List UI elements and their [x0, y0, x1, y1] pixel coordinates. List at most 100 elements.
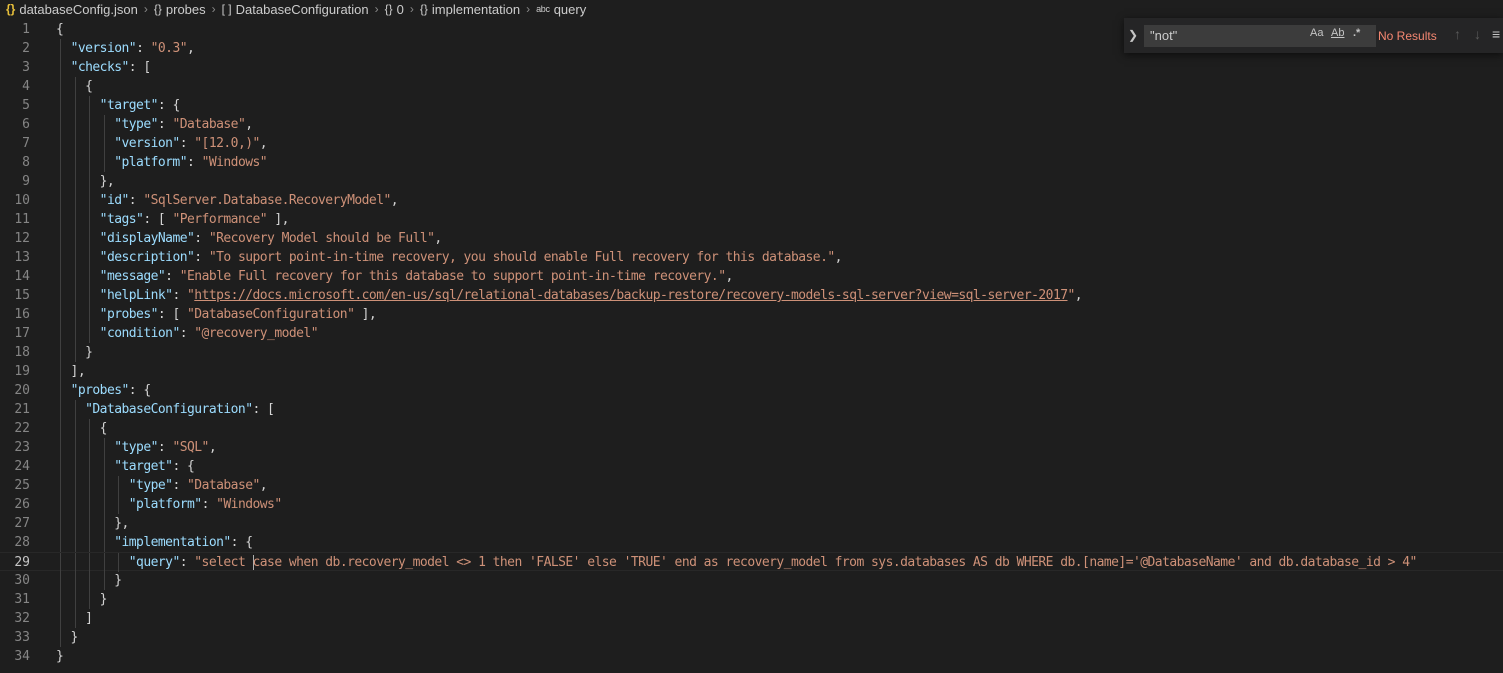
json-key: "platform"	[114, 155, 187, 170]
code-line[interactable]: 19 ],	[0, 362, 1503, 381]
code-text: "checks": [	[56, 58, 152, 77]
json-punctuation: : {	[128, 383, 151, 398]
json-punctuation: : [	[128, 60, 151, 75]
json-punctuation: ,	[725, 269, 734, 284]
line-number: 6	[22, 117, 30, 132]
line-number: 29	[14, 555, 30, 570]
json-punctuation	[56, 60, 71, 75]
breadcrumb-item[interactable]: {} databaseConfig.json	[0, 2, 138, 17]
json-punctuation: {	[56, 79, 93, 94]
code-line[interactable]: 21 "DatabaseConfiguration": [	[0, 400, 1503, 419]
line-number: 21	[14, 402, 30, 417]
code-line[interactable]: 3 "checks": [	[0, 58, 1503, 77]
code-text: "message": "Enable Full recovery for thi…	[56, 267, 734, 286]
code-line[interactable]: 12 "displayName": "Recovery Model should…	[0, 229, 1503, 248]
code-line[interactable]: 20 "probes": {	[0, 381, 1503, 400]
json-punctuation	[56, 41, 71, 56]
breadcrumb-item[interactable]: [ ] DatabaseConfiguration	[222, 2, 369, 17]
code-line[interactable]: 24 "target": {	[0, 457, 1503, 476]
code-line[interactable]: 8 "platform": "Windows"	[0, 153, 1503, 172]
line-number: 25	[14, 478, 30, 493]
code-text: "version": "0.3",	[56, 39, 195, 58]
next-match-icon[interactable]: ↓	[1474, 26, 1481, 42]
json-punctuation: : {	[157, 98, 180, 113]
json-punctuation: ,	[187, 41, 195, 56]
string-icon: abc	[536, 4, 550, 14]
json-punctuation	[56, 117, 114, 132]
chevron-right-icon: ›	[143, 2, 148, 16]
code-line[interactable]: 18 }	[0, 343, 1503, 362]
code-line[interactable]: 22 {	[0, 419, 1503, 438]
code-line[interactable]: 15 "helpLink": "https://docs.microsoft.c…	[0, 286, 1503, 305]
line-number: 13	[14, 250, 30, 265]
json-punctuation: ,	[259, 478, 268, 493]
json-string: "DatabaseConfiguration"	[187, 307, 355, 322]
json-punctuation	[56, 440, 114, 455]
breadcrumb-item[interactable]: {} 0	[385, 2, 404, 17]
code-text: }	[56, 343, 93, 362]
code-line[interactable]: 23 "type": "SQL",	[0, 438, 1503, 457]
line-number: 8	[22, 155, 30, 170]
json-key: "helpLink"	[99, 288, 173, 303]
whole-word-icon[interactable]: Ab	[1331, 27, 1344, 39]
line-number: 14	[14, 269, 30, 284]
code-line[interactable]: 17 "condition": "@recovery_model"	[0, 324, 1503, 343]
json-string: "Enable Full recovery for this database …	[179, 269, 726, 284]
json-string: "	[1067, 288, 1076, 303]
json-key: "message"	[99, 269, 166, 284]
find-status: No Results	[1378, 29, 1437, 43]
code-line[interactable]: 16 "probes": [ "DatabaseConfiguration" ]…	[0, 305, 1503, 324]
json-punctuation: }	[56, 630, 79, 645]
code-line[interactable]: 10 "id": "SqlServer.Database.RecoveryMod…	[0, 191, 1503, 210]
code-text: }	[56, 571, 122, 590]
find-widget: ❯ "not" Aa Ab .* No Results ↑ ↓ ≡	[1124, 18, 1503, 53]
json-link[interactable]: https://docs.microsoft.com/en-us/sql/rel…	[194, 288, 1068, 303]
json-punctuation: :	[194, 250, 209, 265]
toggle-replace-icon[interactable]: ❯	[1128, 28, 1138, 42]
json-punctuation: :	[179, 326, 195, 341]
code-editor[interactable]: 1{2 "version": "0.3", 3 "checks": [4 {5 "…	[0, 18, 1503, 673]
code-line[interactable]: 34}	[0, 647, 1503, 666]
json-string: "Database"	[187, 478, 260, 493]
code-line[interactable]: 29 "query": "select case when db.recover…	[0, 552, 1503, 572]
json-key: "platform"	[128, 497, 202, 512]
match-case-icon[interactable]: Aa	[1310, 27, 1323, 39]
code-line[interactable]: 14 "message": "Enable Full recovery for …	[0, 267, 1503, 286]
json-punctuation	[56, 497, 129, 512]
code-text: "platform": "Windows"	[56, 153, 267, 172]
code-line[interactable]: 5 "target": {	[0, 96, 1503, 115]
json-string: "To suport point-in-time recovery, you s…	[208, 250, 835, 265]
code-line[interactable]: 7 "version": "[12.0,)",	[0, 134, 1503, 153]
code-text: "type": "SQL",	[56, 438, 216, 457]
code-line[interactable]: 27 },	[0, 514, 1503, 533]
previous-match-icon[interactable]: ↑	[1454, 26, 1461, 42]
code-text: {	[56, 419, 108, 438]
json-string: "0.3"	[150, 41, 188, 56]
code-line[interactable]: 30 }	[0, 571, 1503, 590]
breadcrumb-item[interactable]: {} probes	[154, 2, 206, 17]
breadcrumb-item[interactable]: abc query	[536, 2, 586, 17]
code-text: },	[56, 172, 115, 191]
code-line[interactable]: 31 }	[0, 590, 1503, 609]
json-punctuation	[56, 269, 100, 284]
json-punctuation	[56, 307, 100, 322]
json-key: "probes"	[99, 307, 159, 322]
code-text: "target": {	[56, 457, 195, 476]
code-line[interactable]: 28 "implementation": {	[0, 533, 1503, 552]
regex-icon[interactable]: .*	[1353, 27, 1360, 39]
code-line[interactable]: 4 {	[0, 77, 1503, 96]
breadcrumb-item[interactable]: {} implementation	[420, 2, 520, 17]
code-line[interactable]: 33 }	[0, 628, 1503, 647]
json-punctuation: }	[56, 345, 93, 360]
code-line[interactable]: 6 "type": "Database",	[0, 115, 1503, 134]
find-menu-icon[interactable]: ≡	[1492, 26, 1500, 42]
code-text: {	[56, 77, 93, 96]
json-punctuation: ]	[56, 611, 93, 626]
object-icon: {}	[153, 2, 162, 16]
code-line[interactable]: 26 "platform": "Windows"	[0, 495, 1503, 514]
code-line[interactable]: 9 },	[0, 172, 1503, 191]
code-line[interactable]: 32 ]	[0, 609, 1503, 628]
code-line[interactable]: 11 "tags": [ "Performance" ],	[0, 210, 1503, 229]
code-line[interactable]: 25 "type": "Database",	[0, 476, 1503, 495]
code-line[interactable]: 13 "description": "To suport point-in-ti…	[0, 248, 1503, 267]
